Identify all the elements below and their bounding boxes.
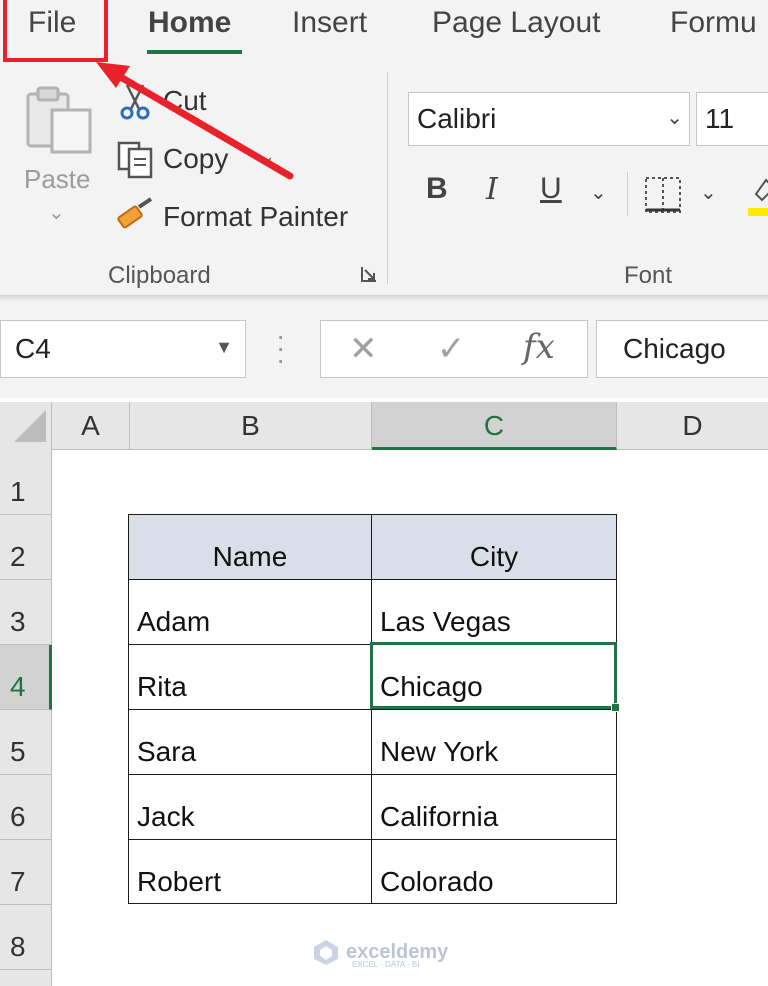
- row-header-8[interactable]: 8: [0, 905, 52, 970]
- enter-icon[interactable]: ✓: [437, 329, 466, 369]
- active-cell-outline: [370, 642, 617, 709]
- table-cell[interactable]: Colorado: [371, 839, 617, 904]
- font-group-label: Font: [624, 262, 673, 289]
- column-header-b[interactable]: B: [130, 402, 372, 450]
- clipboard-group-label: Clipboard: [108, 262, 211, 289]
- underline-button[interactable]: U: [540, 172, 562, 206]
- font-size-select[interactable]: 11: [696, 92, 768, 146]
- grip-icon[interactable]: · · ·: [276, 322, 285, 374]
- table-cell[interactable]: Las Vegas: [371, 579, 617, 645]
- column-header-a[interactable]: A: [52, 402, 130, 450]
- paintbrush-icon: [117, 197, 153, 229]
- group-separator: [387, 72, 388, 284]
- name-box-value: C4: [15, 333, 51, 364]
- toolbar-separator: [627, 172, 628, 216]
- table-cell[interactable]: New York: [371, 709, 617, 775]
- column-header-c[interactable]: C: [372, 402, 617, 450]
- fill-handle[interactable]: [611, 703, 620, 712]
- watermark-tagline: EXCEL · DATA · BI: [352, 960, 420, 969]
- watermark-logo: exceldemy EXCEL · DATA · BI: [312, 938, 448, 969]
- row-header-5[interactable]: 5: [0, 710, 52, 775]
- row-header-3[interactable]: 3: [0, 580, 52, 645]
- table-cell[interactable]: California: [371, 774, 617, 840]
- column-header-d[interactable]: D: [617, 402, 768, 450]
- table-cell[interactable]: Rita: [128, 644, 372, 710]
- select-all-triangle-icon: [14, 410, 46, 442]
- row-header-7[interactable]: 7: [0, 840, 52, 905]
- chevron-down-icon[interactable]: ⌄: [590, 180, 607, 205]
- format-painter-label: Format Painter: [163, 201, 349, 232]
- annotation-arrow-icon: [96, 62, 294, 180]
- row-header-1[interactable]: 1: [0, 450, 52, 515]
- bold-button[interactable]: B: [426, 172, 448, 206]
- format-painter-button[interactable]: Format Painter: [115, 194, 348, 240]
- highlight-icon[interactable]: [748, 176, 768, 218]
- table-cell[interactable]: Jack: [128, 774, 372, 840]
- borders-icon[interactable]: [644, 176, 682, 214]
- insert-function-icon[interactable]: fx: [523, 327, 555, 367]
- table-cell[interactable]: Sara: [128, 709, 372, 775]
- italic-button[interactable]: I: [486, 172, 498, 207]
- font-size-value: 11: [705, 103, 735, 134]
- table-cell[interactable]: Adam: [128, 579, 372, 645]
- table-cell[interactable]: Robert: [128, 839, 372, 904]
- table-header-city[interactable]: City: [371, 514, 617, 580]
- font-name-select[interactable]: Calibri ⌄: [408, 92, 690, 146]
- formula-buttons: ✕ ✓ fx: [320, 320, 588, 378]
- dialog-launcher-icon[interactable]: [359, 264, 379, 284]
- tab-formulas[interactable]: Formu: [670, 6, 757, 40]
- formula-input[interactable]: Chicago: [596, 320, 768, 378]
- chevron-down-icon[interactable]: ⌄: [700, 180, 717, 205]
- caret-down-icon: ▼: [215, 337, 233, 357]
- row-header-6[interactable]: 6: [0, 775, 52, 840]
- name-box[interactable]: C4 ▼: [0, 320, 246, 378]
- exceldemy-logo-icon: [314, 940, 338, 965]
- chevron-down-icon: ⌄: [666, 107, 683, 129]
- font-name-value: Calibri: [417, 103, 497, 134]
- table-header-name[interactable]: Name: [128, 514, 372, 580]
- row-header-4[interactable]: 4: [0, 645, 52, 710]
- cancel-icon[interactable]: ✕: [349, 329, 378, 369]
- tab-page-layout[interactable]: Page Layout: [432, 6, 600, 40]
- chevron-down-icon[interactable]: ⌄: [48, 200, 65, 225]
- row-header-2[interactable]: 2: [0, 515, 52, 580]
